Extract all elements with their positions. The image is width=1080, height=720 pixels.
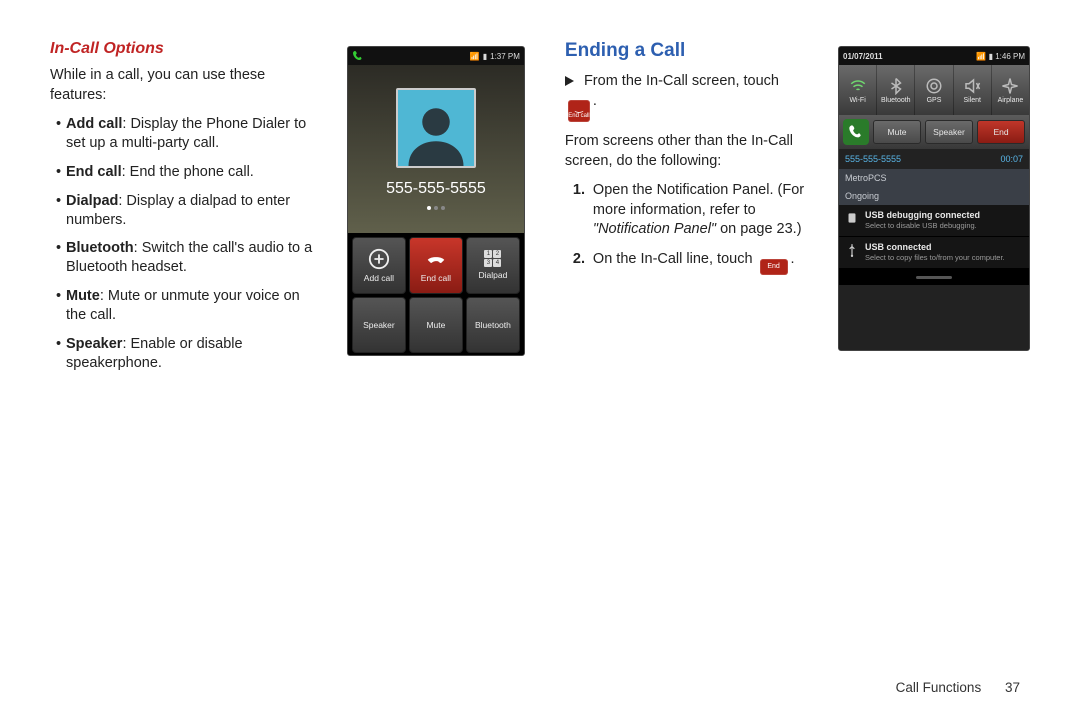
usb-icon — [845, 243, 859, 257]
dialpad-icon: 1234 — [484, 250, 501, 267]
ongoing-header: Ongoing — [839, 187, 1029, 205]
end-inline-icon: End — [760, 259, 788, 275]
step-2: On the In-Call line, touch End. — [579, 250, 808, 275]
page-dots — [427, 206, 445, 210]
status-time: 1:37 PM — [490, 52, 520, 61]
page-footer: Call Functions 37 — [896, 680, 1020, 695]
active-call-icon — [843, 119, 869, 145]
airplane-icon — [1001, 77, 1019, 95]
ending-line-2: From screens other than the In-Call scre… — [565, 132, 808, 171]
speaker-button[interactable]: Speaker — [352, 297, 406, 354]
usb-debug-icon — [845, 211, 859, 225]
list-item: End call: End the phone call. — [56, 163, 317, 182]
status-bar: 01/07/2011 📶 ▮ 1:46 PM — [839, 47, 1029, 65]
list-item: Dialpad: Display a dialpad to enter numb… — [56, 192, 317, 230]
triangle-bullet-icon — [565, 76, 574, 86]
footer-page-number: 37 — [1005, 680, 1020, 695]
bluetooth-button[interactable]: Bluetooth — [466, 297, 520, 354]
status-time: 1:46 PM — [995, 52, 1025, 61]
notification-item[interactable]: USB debugging connected Select to disabl… — [839, 205, 1029, 237]
mute-button[interactable]: Mute — [409, 297, 463, 354]
list-item: Bluetooth: Switch the call's audio to a … — [56, 239, 317, 277]
end-call-inline-icon: ⏝End call — [568, 100, 590, 122]
hangup-icon — [425, 248, 447, 270]
silent-toggle[interactable]: Silent — [954, 65, 992, 115]
speaker-button[interactable]: Speaker — [925, 120, 973, 144]
panel-drag-handle[interactable] — [839, 269, 1029, 285]
step-1: Open the Notification Panel. (For more i… — [579, 181, 808, 240]
status-bar: 📶 ▮ 1:37 PM — [348, 47, 524, 65]
battery-icon: ▮ — [483, 52, 487, 61]
end-button[interactable]: End — [977, 120, 1025, 144]
list-item: Mute: Mute or unmute your voice on the c… — [56, 287, 317, 325]
airplane-toggle[interactable]: Airplane — [992, 65, 1029, 115]
phone-number: 555-555-5555 — [386, 180, 486, 198]
mute-button[interactable]: Mute — [873, 120, 921, 144]
contact-avatar — [396, 88, 476, 168]
plus-icon — [368, 248, 390, 270]
end-call-button[interactable]: End call — [409, 237, 463, 294]
right-column: Ending a Call From the In-Call screen, t… — [565, 40, 808, 382]
notification-item[interactable]: USB connected Select to copy files to/fr… — [839, 237, 1029, 269]
feature-list: Add call: Display the Phone Dialer to se… — [50, 115, 317, 372]
ending-call-heading: Ending a Call — [565, 40, 808, 62]
in-call-intro: While in a call, you can use these featu… — [50, 66, 317, 105]
bluetooth-icon — [887, 77, 905, 95]
in-call-button-grid: Add call End call 1234 Dialpad Speaker M… — [348, 233, 524, 356]
wifi-icon — [849, 77, 867, 95]
list-item: Add call: Display the Phone Dialer to se… — [56, 115, 317, 153]
signal-icon: 📶 — [470, 52, 480, 61]
in-call-row: Mute Speaker End — [839, 115, 1029, 149]
wifi-toggle[interactable]: Wi-Fi — [839, 65, 877, 115]
status-date: 01/07/2011 — [843, 52, 883, 61]
call-duration: 00:07 — [1000, 154, 1023, 164]
list-item: Speaker: Enable or disable speakerphone. — [56, 335, 317, 373]
footer-section: Call Functions — [896, 680, 982, 695]
carrier-header: MetroPCS — [839, 169, 1029, 187]
phone-icon — [352, 50, 364, 62]
call-number: 555-555-5555 — [845, 154, 901, 164]
bluetooth-toggle[interactable]: Bluetooth — [877, 65, 915, 115]
gps-icon — [925, 77, 943, 95]
call-info-row: 555-555-5555 00:07 — [839, 149, 1029, 169]
left-column: In-Call Options While in a call, you can… — [50, 40, 317, 382]
in-call-options-heading: In-Call Options — [50, 40, 317, 58]
ending-steps: Open the Notification Panel. (For more i… — [565, 181, 808, 274]
dialpad-button[interactable]: 1234 Dialpad — [466, 237, 520, 294]
quick-toggles: Wi-Fi Bluetooth GPS Silent Airplane — [839, 65, 1029, 115]
ending-line-1: From the In-Call screen, touch ⏝End call… — [565, 72, 808, 122]
gps-toggle[interactable]: GPS — [915, 65, 953, 115]
notification-panel-screenshot: 01/07/2011 📶 ▮ 1:46 PM Wi-Fi Bluetooth G… — [838, 40, 1030, 382]
silent-icon — [963, 77, 981, 95]
in-call-screenshot: 📶 ▮ 1:37 PM 555-555-5555 Add call — [347, 40, 525, 382]
add-call-button[interactable]: Add call — [352, 237, 406, 294]
